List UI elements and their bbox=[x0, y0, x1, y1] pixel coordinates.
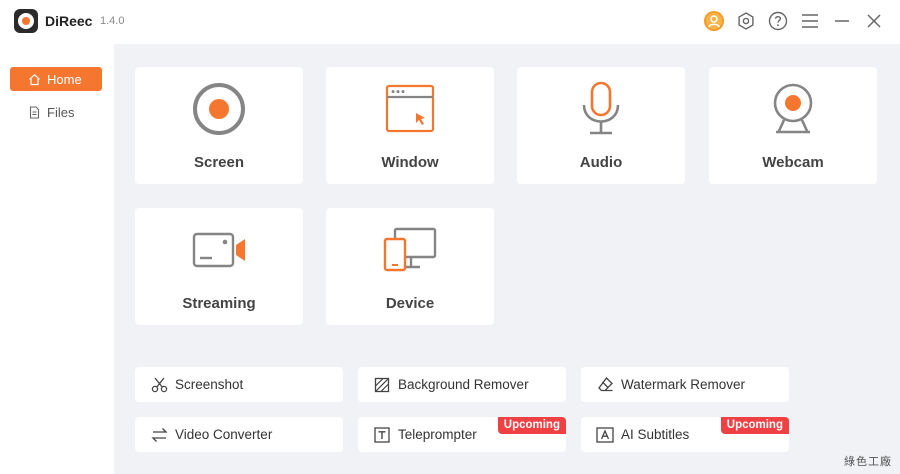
card-label: Window bbox=[381, 154, 439, 171]
webcam-icon bbox=[763, 79, 823, 139]
card-label: Device bbox=[385, 295, 435, 312]
app-logo bbox=[14, 9, 38, 33]
microphone-icon bbox=[571, 79, 631, 139]
window-record-card[interactable]: Window bbox=[326, 67, 494, 184]
convert-arrows-icon bbox=[150, 426, 168, 444]
scissors-icon bbox=[150, 376, 168, 394]
teleprompter-button[interactable]: Teleprompter Upcoming bbox=[358, 417, 566, 452]
upcoming-badge: Upcoming bbox=[497, 417, 566, 434]
screen-record-icon bbox=[189, 79, 249, 139]
file-icon bbox=[28, 105, 41, 119]
title-bar: DiReec 1.4.0 bbox=[0, 0, 900, 44]
device-record-card[interactable]: Device bbox=[326, 208, 494, 325]
video-converter-button[interactable]: Video Converter bbox=[135, 417, 343, 452]
card-label: Webcam bbox=[762, 154, 824, 171]
main-panel: Screen Window Audio Webcam Streaming Dev… bbox=[114, 44, 900, 474]
tool-label: AI Subtitles bbox=[621, 427, 690, 442]
ai-subtitles-button[interactable]: AI Subtitles Upcoming bbox=[581, 417, 789, 452]
app-name: DiReec bbox=[45, 13, 93, 29]
tool-label: Video Converter bbox=[175, 427, 273, 442]
sidebar-item-home[interactable]: Home bbox=[10, 67, 102, 91]
tool-label: Watermark Remover bbox=[621, 377, 746, 392]
device-icon bbox=[380, 220, 440, 280]
screenshot-button[interactable]: Screenshot bbox=[135, 367, 343, 402]
text-t-icon bbox=[373, 426, 391, 444]
card-label: Streaming bbox=[182, 295, 256, 312]
user-account-icon[interactable] bbox=[703, 10, 725, 32]
help-icon[interactable] bbox=[767, 10, 789, 32]
close-icon[interactable] bbox=[863, 10, 885, 32]
sidebar-item-files[interactable]: Files bbox=[10, 100, 102, 124]
audio-record-card[interactable]: Audio bbox=[517, 67, 685, 184]
upcoming-badge: Upcoming bbox=[720, 417, 789, 434]
sidebar-item-label: Files bbox=[47, 104, 75, 120]
watermark-text: 綠色工廠 bbox=[844, 456, 892, 468]
window-icon bbox=[380, 79, 440, 139]
screen-record-card[interactable]: Screen bbox=[135, 67, 303, 184]
tool-label: Screenshot bbox=[175, 377, 244, 392]
card-label: Screen bbox=[193, 154, 245, 171]
webcam-record-card[interactable]: Webcam bbox=[709, 67, 877, 184]
home-icon bbox=[28, 73, 41, 86]
sidebar-item-label: Home bbox=[47, 71, 82, 87]
tool-label: Teleprompter bbox=[398, 427, 477, 442]
sidebar: Home Files bbox=[0, 44, 114, 474]
watermark-remover-button[interactable]: Watermark Remover bbox=[581, 367, 789, 402]
settings-icon[interactable] bbox=[735, 10, 757, 32]
background-remover-icon bbox=[373, 376, 391, 394]
menu-icon[interactable] bbox=[799, 10, 821, 32]
minimize-icon[interactable] bbox=[831, 10, 853, 32]
eraser-icon bbox=[596, 376, 614, 394]
text-a-icon bbox=[596, 426, 614, 444]
background-remover-button[interactable]: Background Remover bbox=[358, 367, 566, 402]
tool-label: Background Remover bbox=[398, 377, 529, 392]
streaming-camera-icon bbox=[189, 220, 249, 280]
card-label: Audio bbox=[579, 154, 623, 171]
app-version: 1.4.0 bbox=[100, 15, 125, 27]
app-window: DiReec 1.4.0 Home Files Screen Window Au… bbox=[0, 0, 900, 474]
streaming-record-card[interactable]: Streaming bbox=[135, 208, 303, 325]
